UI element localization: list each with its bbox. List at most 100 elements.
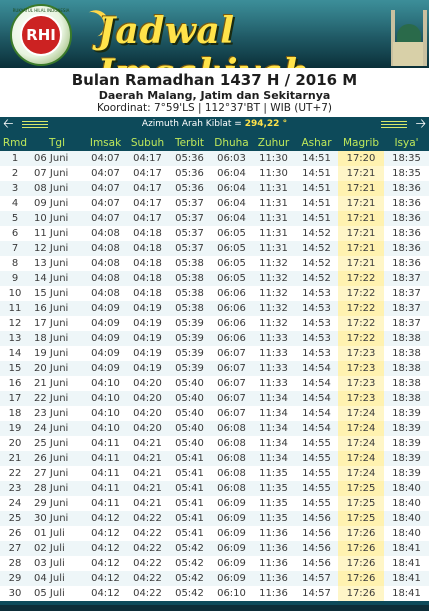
- cell-imsak: 04:11: [84, 451, 127, 466]
- cell-magrib: 17:23: [338, 361, 384, 376]
- cell-isya: 18:41: [384, 571, 429, 586]
- cell-ashar: 14:57: [295, 586, 338, 601]
- cell-magrib: 17:22: [338, 316, 384, 331]
- table-row: 17 22 Juni 04:10 04:20 05:40 06:07 11:34 14:54 1…: [0, 391, 429, 406]
- cell-tgl: 26 Juni: [30, 451, 84, 466]
- cell-isya: 18:38: [384, 376, 429, 391]
- cell-dhuha: 06:08: [211, 481, 252, 496]
- cell-isya: 18:37: [384, 286, 429, 301]
- schedule-table: Rmd Tgl Imsak Subuh Terbit Dhuha Zuhur Ashar Mag…: [0, 134, 429, 601]
- table-row: 24 29 Juni 04:11 04:21 05:41 06:09 11:35 14:55 1…: [0, 496, 429, 511]
- cell-rmd: 21: [0, 451, 30, 466]
- cell-magrib: 17:23: [338, 376, 384, 391]
- cell-subuh: 04:21: [127, 481, 168, 496]
- cell-subuh: 04:21: [127, 436, 168, 451]
- cell-tgl: 08 Juni: [30, 181, 84, 196]
- cell-subuh: 04:22: [127, 571, 168, 586]
- cell-subuh: 04:17: [127, 166, 168, 181]
- cell-rmd: 10: [0, 286, 30, 301]
- cell-imsak: 04:08: [84, 286, 127, 301]
- cell-dhuha: 06:09: [211, 541, 252, 556]
- cell-tgl: 17 Juni: [30, 316, 84, 331]
- cell-tgl: 16 Juni: [30, 301, 84, 316]
- column-header-terbit: Terbit: [168, 134, 211, 151]
- column-header-zuhur: Zuhur: [252, 134, 295, 151]
- cell-subuh: 04:18: [127, 241, 168, 256]
- cell-rmd: 1: [0, 151, 30, 166]
- table-row: 6 11 Juni 04:08 04:18 05:37 06:05 11:31 14:52 17…: [0, 226, 429, 241]
- cell-dhuha: 06:05: [211, 256, 252, 271]
- coordinates-text: Koordinat: 7°59'LS | 112°37'BT | WIB (UT…: [96, 102, 333, 114]
- cell-dhuha: 06:08: [211, 451, 252, 466]
- cell-dhuha: 06:09: [211, 571, 252, 586]
- page-title: Bulan Ramadhan 1437 H / 2016 M: [71, 71, 358, 89]
- cell-terbit: 05:36: [168, 181, 211, 196]
- column-header-subuh: Subuh: [127, 134, 168, 151]
- cell-terbit: 05:36: [168, 166, 211, 181]
- cell-isya: 18:36: [384, 226, 429, 241]
- cell-tgl: 25 Juni: [30, 436, 84, 451]
- cell-terbit: 05:42: [168, 571, 211, 586]
- cell-isya: 18:40: [384, 481, 429, 496]
- cell-dhuha: 06:04: [211, 211, 252, 226]
- cell-terbit: 05:36: [168, 151, 211, 166]
- cell-imsak: 04:07: [84, 196, 127, 211]
- arrow-right-icon[interactable]: 🡢: [415, 118, 426, 132]
- cell-rmd: 3: [0, 181, 30, 196]
- table-row: 1 06 Juni 04:07 04:17 05:36 06:03 11:30 14:51 17…: [0, 151, 429, 166]
- cell-imsak: 04:10: [84, 391, 127, 406]
- cell-terbit: 05:40: [168, 391, 211, 406]
- cell-tgl: 18 Juni: [30, 331, 84, 346]
- cell-subuh: 04:17: [127, 196, 168, 211]
- cell-zuhur: 11:33: [252, 331, 295, 346]
- cell-tgl: 03 Juli: [30, 556, 84, 571]
- cell-rmd: 30: [0, 586, 30, 601]
- cell-subuh: 04:17: [127, 211, 168, 226]
- cell-rmd: 2: [0, 166, 30, 181]
- cell-zuhur: 11:34: [252, 451, 295, 466]
- cell-terbit: 05:39: [168, 346, 211, 361]
- cell-terbit: 05:41: [168, 451, 211, 466]
- column-header-tgl: Tgl: [30, 134, 84, 151]
- cell-ashar: 14:55: [295, 481, 338, 496]
- cell-isya: 18:40: [384, 496, 429, 511]
- cell-terbit: 05:38: [168, 301, 211, 316]
- cell-subuh: 04:18: [127, 226, 168, 241]
- cell-terbit: 05:38: [168, 256, 211, 271]
- table-row: 8 13 Juni 04:08 04:18 05:38 06:05 11:32 14:52 17…: [0, 256, 429, 271]
- cell-rmd: 29: [0, 571, 30, 586]
- cell-terbit: 05:41: [168, 466, 211, 481]
- cell-tgl: 09 Juni: [30, 196, 84, 211]
- cell-rmd: 4: [0, 196, 30, 211]
- column-header-imsak: Imsak: [84, 134, 127, 151]
- cell-subuh: 04:18: [127, 271, 168, 286]
- cell-dhuha: 06:05: [211, 271, 252, 286]
- cell-tgl: 04 Juli: [30, 571, 84, 586]
- cell-rmd: 22: [0, 466, 30, 481]
- cell-terbit: 05:41: [168, 496, 211, 511]
- cell-magrib: 17:21: [338, 211, 384, 226]
- table-row: 23 28 Juni 04:11 04:21 05:41 06:08 11:35 14:55 1…: [0, 481, 429, 496]
- table-row: 26 01 Juli 04:12 04:22 05:41 06:09 11:36 14:56 1…: [0, 526, 429, 541]
- cell-subuh: 04:19: [127, 346, 168, 361]
- cell-subuh: 04:18: [127, 286, 168, 301]
- cell-zuhur: 11:35: [252, 466, 295, 481]
- cell-subuh: 04:19: [127, 361, 168, 376]
- cell-magrib: 17:22: [338, 301, 384, 316]
- cell-rmd: 24: [0, 496, 30, 511]
- cell-zuhur: 11:34: [252, 421, 295, 436]
- cell-dhuha: 06:07: [211, 361, 252, 376]
- cell-ashar: 14:54: [295, 421, 338, 436]
- cell-imsak: 04:09: [84, 331, 127, 346]
- cell-rmd: 11: [0, 301, 30, 316]
- cell-zuhur: 11:32: [252, 301, 295, 316]
- cell-isya: 18:36: [384, 181, 429, 196]
- cell-isya: 18:38: [384, 331, 429, 346]
- cell-imsak: 04:07: [84, 151, 127, 166]
- cell-rmd: 5: [0, 211, 30, 226]
- cell-terbit: 05:38: [168, 286, 211, 301]
- cell-imsak: 04:09: [84, 316, 127, 331]
- decorative-lines-right: [381, 121, 407, 130]
- cell-ashar: 14:51: [295, 181, 338, 196]
- table-row: 9 14 Juni 04:08 04:18 05:38 06:05 11:32 14:52 17…: [0, 271, 429, 286]
